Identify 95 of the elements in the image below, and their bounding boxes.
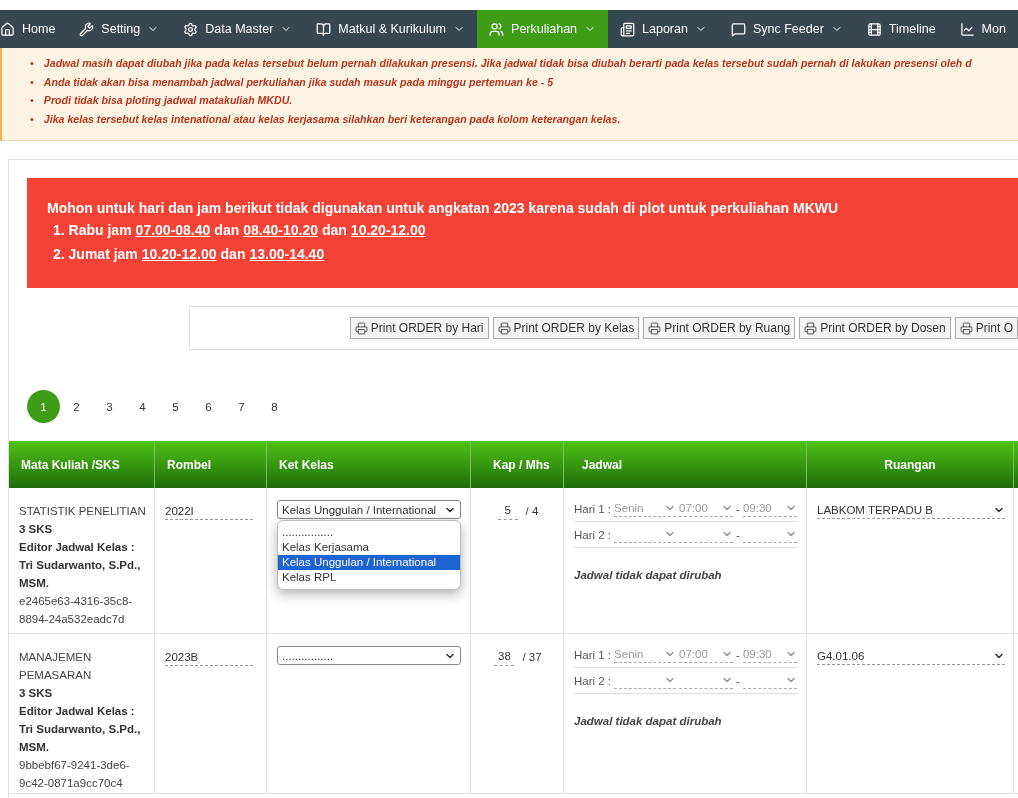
time-link[interactable]: 08.40-10.20 xyxy=(243,218,318,242)
chart-icon xyxy=(959,21,975,37)
home-icon xyxy=(0,21,15,37)
class-type-select[interactable]: Kelas Unggulan / International xyxy=(277,500,461,519)
printer-icon xyxy=(959,321,973,335)
time-link[interactable]: 13.00-14.40 xyxy=(249,242,325,266)
sks-text: 3 SKS xyxy=(19,522,54,537)
class-id: e2465e63-4316-35c8-8894-24a532eadc7d xyxy=(19,594,134,627)
alert-title: Mohon untuk hari dan jam berikut tidak digunakan untuk angkatan 2023 karena sudah di plot untuk perkuliahan MKWU xyxy=(47,199,840,218)
schedule-note: Jadwal tidak dapat dirubah xyxy=(574,714,723,729)
page-link[interactable]: 5 xyxy=(159,390,192,423)
page-link[interactable]: 2 xyxy=(60,390,93,423)
settings-icon xyxy=(183,21,199,37)
page-link[interactable]: 1 xyxy=(27,390,60,423)
alert-text: 2. Jumat jam xyxy=(53,245,138,264)
room-select[interactable]: G4.01.06 xyxy=(817,648,1005,665)
bullet-mark: • xyxy=(30,111,34,127)
bullet-mark: • xyxy=(30,56,34,71)
time-separator: - xyxy=(736,501,740,517)
day-label: Hari 1 : xyxy=(574,501,612,517)
nav-item[interactable]: Matkul & Kurikulum xyxy=(304,10,478,48)
student-count: / 4 xyxy=(525,504,539,519)
nav-item[interactable]: Timeline xyxy=(854,10,948,48)
sks-text: 3 SKS xyxy=(19,686,54,701)
column-header: Mata Kuliah /SKS xyxy=(9,441,155,488)
alert-text: 1. Rabu jam xyxy=(53,221,132,240)
page-link[interactable]: 3 xyxy=(93,390,126,423)
printer-icon xyxy=(497,321,511,335)
dropdown-option[interactable]: ................ xyxy=(278,525,460,540)
print-button[interactable]: Print ORDER by Kelas xyxy=(492,317,640,339)
rombel-field[interactable]: 2022I xyxy=(165,503,253,520)
course-name: STATISTIK PENELITIAN xyxy=(19,504,146,519)
day-label: Hari 1 : xyxy=(574,647,612,663)
print-button[interactable]: Print ORDER by Dosen xyxy=(799,317,951,339)
column-header: Jadwal xyxy=(564,441,807,488)
nav-item[interactable]: Data Master xyxy=(171,10,305,48)
time-separator: - xyxy=(736,673,740,689)
nav-item[interactable]: Sync Feeder xyxy=(718,10,855,48)
column-header: Ruangan xyxy=(807,441,1014,488)
schedule-note: Jadwal tidak dapat dirubah xyxy=(574,568,723,583)
nav-item[interactable]: Laporan xyxy=(608,10,719,48)
column-header: Kap / Mhs xyxy=(471,441,564,488)
dropdown-option[interactable]: Kelas RPL xyxy=(278,570,460,585)
column-header: Ket Kelas xyxy=(267,441,471,488)
chat-icon xyxy=(730,21,746,37)
time-link[interactable]: 10.20-12.00 xyxy=(350,218,426,242)
capacity-field[interactable]: 5 xyxy=(497,502,518,520)
dropdown-option[interactable]: Kelas Kerjasama xyxy=(278,540,460,555)
notice-text: Jika kelas tersebut kelas intenational atau kelas kerjasama silahkan beri keterangan pada kolom keterangan kelas. xyxy=(43,111,622,127)
page-link[interactable]: 7 xyxy=(225,390,258,423)
rombel-field[interactable]: 2023B xyxy=(165,649,253,666)
notice-text: Jadwal masih dapat diubah jika pada kelas tersebut belum pernah dilakukan presensi. Jika jadwal tidak bisa diubah berarti pada kelas tersebut sudah pernah di lakukan presensi oleh d xyxy=(43,56,973,71)
time-link[interactable]: 10.20-12.00 xyxy=(141,242,217,266)
book-icon xyxy=(316,21,332,37)
alert-text: dan xyxy=(220,245,246,264)
time-separator: - xyxy=(736,527,740,543)
users-icon xyxy=(489,21,505,37)
class-type-select[interactable]: ................ xyxy=(277,646,461,665)
nav-item[interactable]: Setting xyxy=(67,10,172,48)
bullet-mark: • xyxy=(30,93,34,108)
column-header: Rombel xyxy=(155,441,267,488)
nav-item[interactable]: Home xyxy=(0,10,68,48)
class-id: 9bbebf67-9241-3de6-9c42-0871a9cc70c4 xyxy=(19,758,131,791)
editor-name: Tri Sudarwanto, S.Pd., MSM. xyxy=(19,558,142,591)
course-name: MANAJEMEN PEMASARAN xyxy=(19,650,93,683)
day-label: Hari 2 : xyxy=(574,527,612,543)
room-select[interactable]: LABKOM TERPADU B xyxy=(817,502,1005,519)
print-button[interactable]: Print O xyxy=(954,317,1018,339)
editor-name: Tri Sudarwanto, S.Pd., MSM. xyxy=(19,722,142,755)
notice-text: Prodi tidak bisa ploting jadwal matakuliah MKDU. xyxy=(43,93,294,108)
printer-icon xyxy=(648,321,662,335)
alert-text: dan xyxy=(214,221,240,240)
newspaper-icon xyxy=(620,21,636,37)
printer-icon xyxy=(354,321,368,335)
page-link[interactable]: 4 xyxy=(126,390,159,423)
print-button[interactable]: Print ORDER by Ruang xyxy=(643,317,796,339)
film-icon xyxy=(866,21,882,37)
print-button[interactable]: Print ORDER by Hari xyxy=(349,317,489,339)
capacity-field[interactable]: 38 xyxy=(494,648,515,666)
bullet-mark: • xyxy=(30,74,34,90)
editor-label: Editor Jadwal Kelas : xyxy=(19,540,136,555)
printer-icon xyxy=(804,321,818,335)
nav-item[interactable]: Mon xyxy=(947,10,1018,48)
page-link[interactable]: 6 xyxy=(192,390,225,423)
time-separator: - xyxy=(736,647,740,663)
editor-label: Editor Jadwal Kelas : xyxy=(19,704,136,719)
nav-item[interactable]: Perkuliahan xyxy=(477,10,609,48)
notice-text: Anda tidak akan bisa menambah jadwal perkuliahan jika sudah masuk pada minggu pertemuan ke - 5 xyxy=(43,74,555,90)
alert-text: dan xyxy=(321,221,347,240)
page-link[interactable]: 8 xyxy=(258,390,291,423)
time-link[interactable]: 07.00-08.40 xyxy=(135,218,211,242)
student-count: / 37 xyxy=(522,650,542,665)
wrench-icon xyxy=(79,21,95,37)
day-label: Hari 2 : xyxy=(574,673,612,689)
dropdown-option[interactable]: Kelas Unggulan / International xyxy=(278,555,460,570)
